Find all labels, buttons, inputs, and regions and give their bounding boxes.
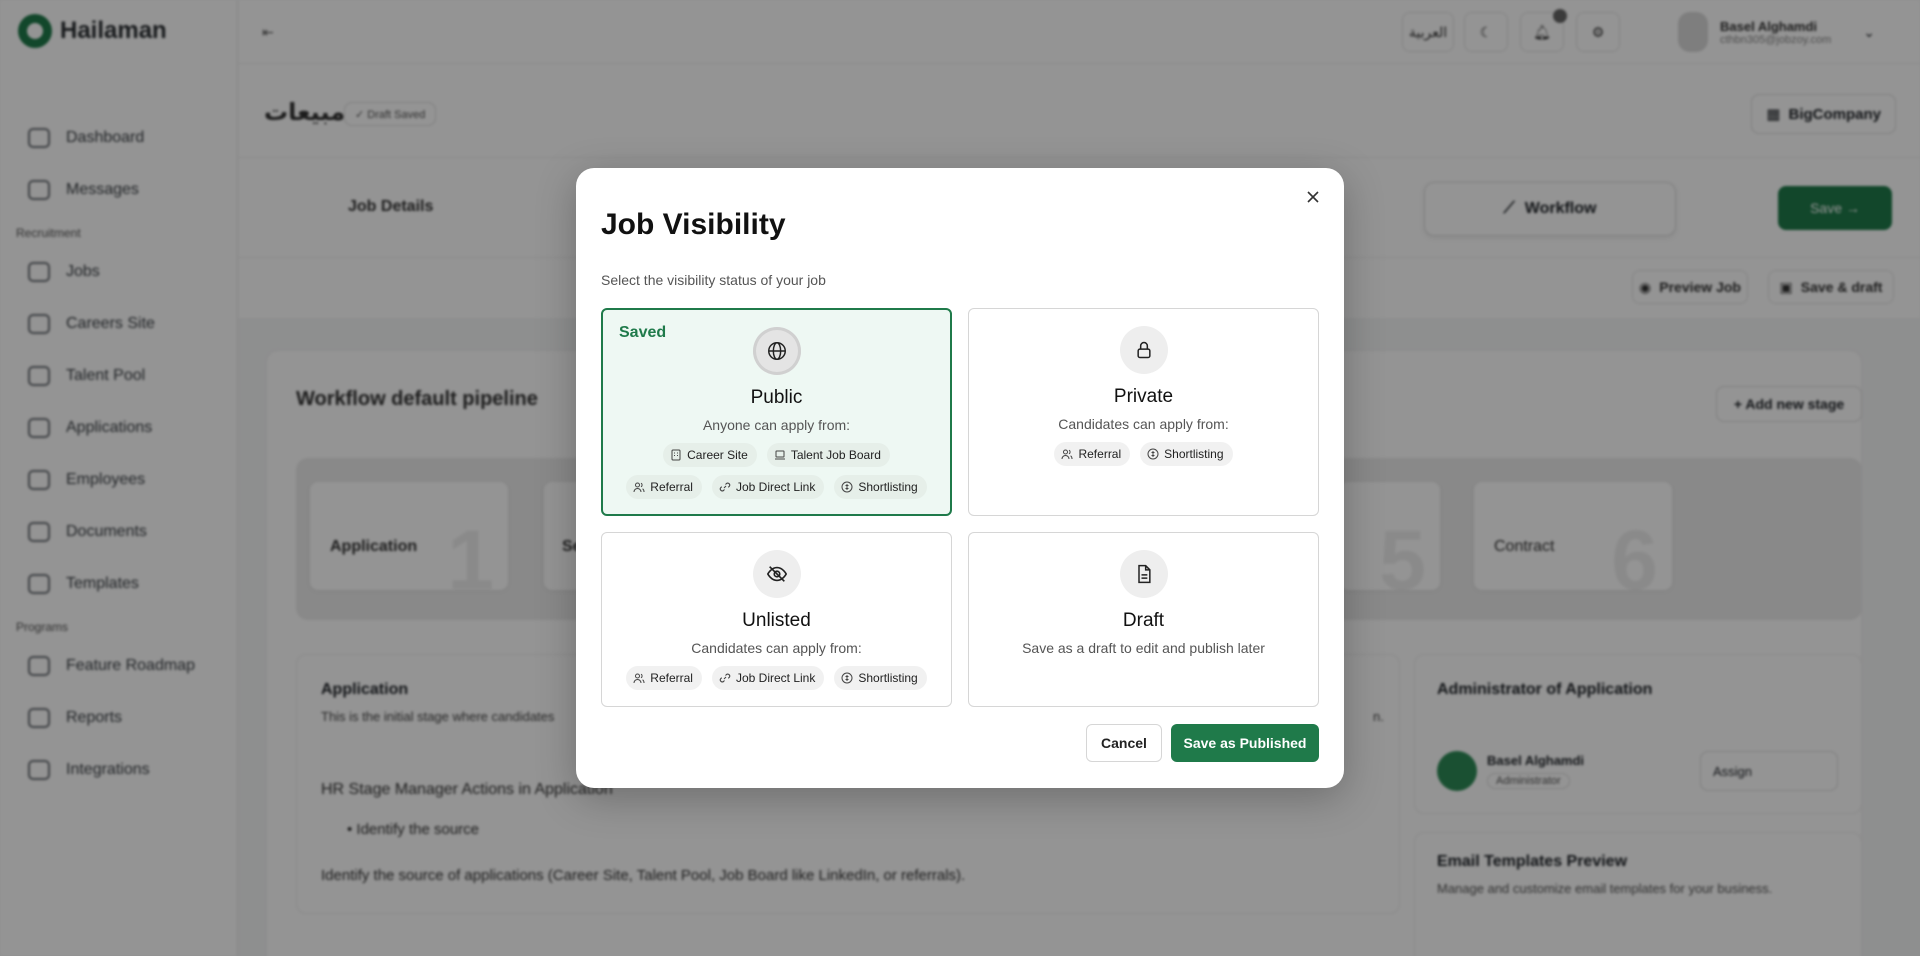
lock-icon xyxy=(1119,326,1168,374)
tag-label: Career Site xyxy=(687,448,748,462)
close-button[interactable] xyxy=(1300,184,1326,210)
tag-referral: Referral xyxy=(1054,442,1131,466)
tag-label: Job Direct Link xyxy=(735,480,816,494)
option-title: Unlisted xyxy=(742,610,811,631)
tag-talent-job-board: Talent Job Board xyxy=(766,443,890,467)
channel-tags: Referral Shortlisting xyxy=(1036,442,1250,466)
visibility-option-private[interactable]: Private Candidates can apply from: Refer… xyxy=(968,308,1319,516)
tag-label: Referral xyxy=(650,671,693,685)
dialog-title: Job Visibility xyxy=(601,208,786,241)
tag-label: Referral xyxy=(1078,447,1122,461)
option-description: Candidates can apply from: xyxy=(1058,416,1229,432)
option-description: Candidates can apply from: xyxy=(691,640,862,656)
cancel-button[interactable]: Cancel xyxy=(1086,724,1162,762)
tag-job-direct-link: Job Direct Link xyxy=(711,666,825,690)
saved-badge: Saved xyxy=(619,324,667,341)
tag-shortlisting: Shortlisting xyxy=(1140,442,1233,466)
users-icon xyxy=(633,482,645,493)
tag-shortlisting: Shortlisting xyxy=(834,666,927,690)
tag-label: Job Direct Link xyxy=(735,671,816,685)
save-as-published-button[interactable]: Save as Published xyxy=(1171,724,1319,762)
tag-label: Shortlisting xyxy=(1164,447,1224,461)
option-title: Private xyxy=(1113,386,1174,407)
users-icon xyxy=(633,673,645,684)
users-icon xyxy=(1061,449,1073,460)
globe-icon xyxy=(752,327,801,375)
channel-tags: Referral Job Direct Link Shortlisting xyxy=(608,666,944,690)
tag-label: Shortlisting xyxy=(858,671,918,685)
link-icon xyxy=(719,673,731,683)
dialog-subtitle: Select the visibility status of your job xyxy=(601,272,826,288)
tag-referral: Referral xyxy=(626,475,702,499)
close-icon xyxy=(1307,191,1319,203)
tag-career-site: Career Site xyxy=(663,443,757,467)
tag-shortlisting: Shortlisting xyxy=(834,475,927,499)
option-title: Public xyxy=(750,387,803,408)
document-icon xyxy=(1119,550,1168,598)
tag-label: Shortlisting xyxy=(858,480,918,494)
tag-label: Talent Job Board xyxy=(790,448,881,462)
job-visibility-dialog: Job Visibility Select the visibility sta… xyxy=(576,168,1344,788)
shortlist-icon xyxy=(1147,448,1159,460)
visibility-option-public[interactable]: Saved Public Anyone can apply from: Care… xyxy=(601,308,952,516)
visibility-option-draft[interactable]: Draft Save as a draft to edit and publis… xyxy=(968,532,1319,707)
channel-tags: Career Site Talent Job Board Referral Jo… xyxy=(603,443,950,499)
shortlist-icon xyxy=(841,481,853,493)
visibility-option-unlisted[interactable]: Unlisted Candidates can apply from: Refe… xyxy=(601,532,952,707)
laptop-icon xyxy=(774,450,785,460)
option-title: Draft xyxy=(1122,610,1165,631)
option-description: Anyone can apply from: xyxy=(702,417,851,433)
link-icon xyxy=(719,482,731,492)
shortlist-icon xyxy=(841,672,853,684)
building-icon xyxy=(671,449,681,461)
tag-referral: Referral xyxy=(626,666,702,690)
tag-label: Referral xyxy=(650,480,693,494)
tag-job-direct-link: Job Direct Link xyxy=(711,475,825,499)
option-description: Save as a draft to edit and publish late… xyxy=(1022,640,1265,656)
eye-off-icon xyxy=(752,550,801,598)
